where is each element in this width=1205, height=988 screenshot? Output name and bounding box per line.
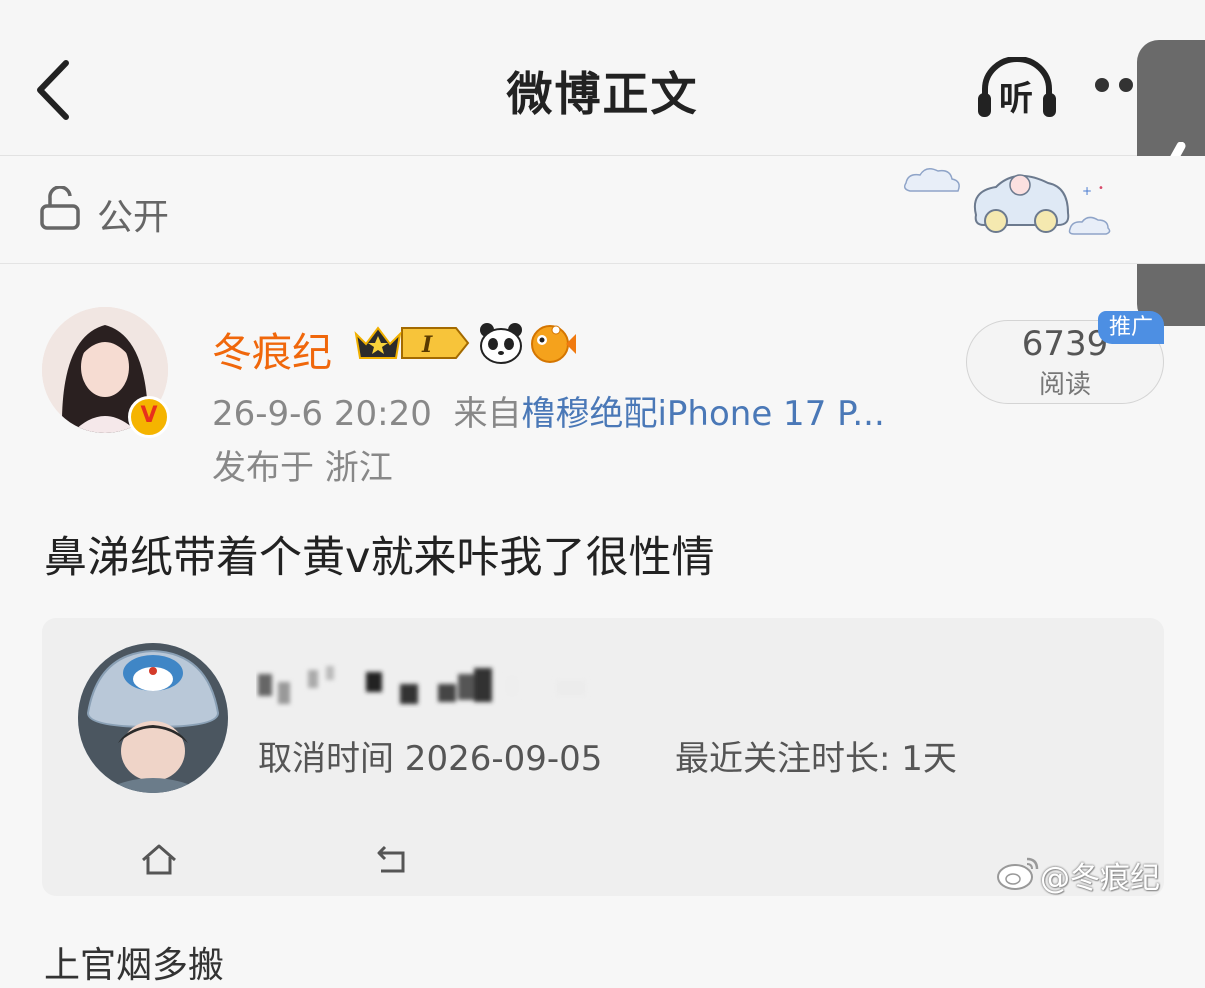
verified-v-icon: V	[128, 396, 170, 438]
fish-icon[interactable]	[528, 320, 576, 366]
card-avatar	[78, 643, 228, 793]
next-post-preview: 上官烟多搬	[44, 945, 225, 986]
listen-button[interactable]: 听	[975, 56, 1059, 121]
source-device-link[interactable]: 橹穆绝配iPhone 17 P...	[521, 394, 884, 434]
author-username[interactable]: 冬痕纪	[212, 320, 332, 378]
redacted-username	[256, 662, 606, 708]
crown-badge-icon[interactable]: I	[352, 322, 472, 364]
return-icon[interactable]	[375, 843, 411, 875]
follow-duration: 最近关注时长: 1天	[675, 739, 957, 779]
visibility-label: 公开	[97, 197, 170, 238]
post-meta: 26-9-6 20:20 来自橹穆绝配iPhone 17 P...	[212, 386, 885, 435]
source-prefix: 来自	[453, 394, 522, 434]
read-label: 阅读	[1038, 370, 1091, 400]
listen-label: 听	[999, 79, 1033, 119]
svg-text:+: +	[1082, 184, 1092, 198]
post-location: 发布于 浙江	[212, 448, 393, 488]
home-icon[interactable]	[140, 843, 178, 877]
member-level: I	[421, 332, 433, 358]
panda-icon[interactable]	[477, 320, 525, 366]
post-timestamp: 26-9-6 20:20	[212, 394, 432, 434]
car-sticker-decoration: + •	[898, 155, 1123, 250]
watermark-handle: @冬痕纪	[1040, 861, 1160, 896]
svg-text:•: •	[1098, 183, 1104, 194]
post-content: 鼻涕纸带着个黄v就来咔我了很性情	[44, 533, 715, 583]
cancel-time: 取消时间 2026-09-05	[258, 739, 603, 779]
promo-badge[interactable]: 推广	[1098, 311, 1164, 344]
lock-icon	[40, 185, 82, 230]
